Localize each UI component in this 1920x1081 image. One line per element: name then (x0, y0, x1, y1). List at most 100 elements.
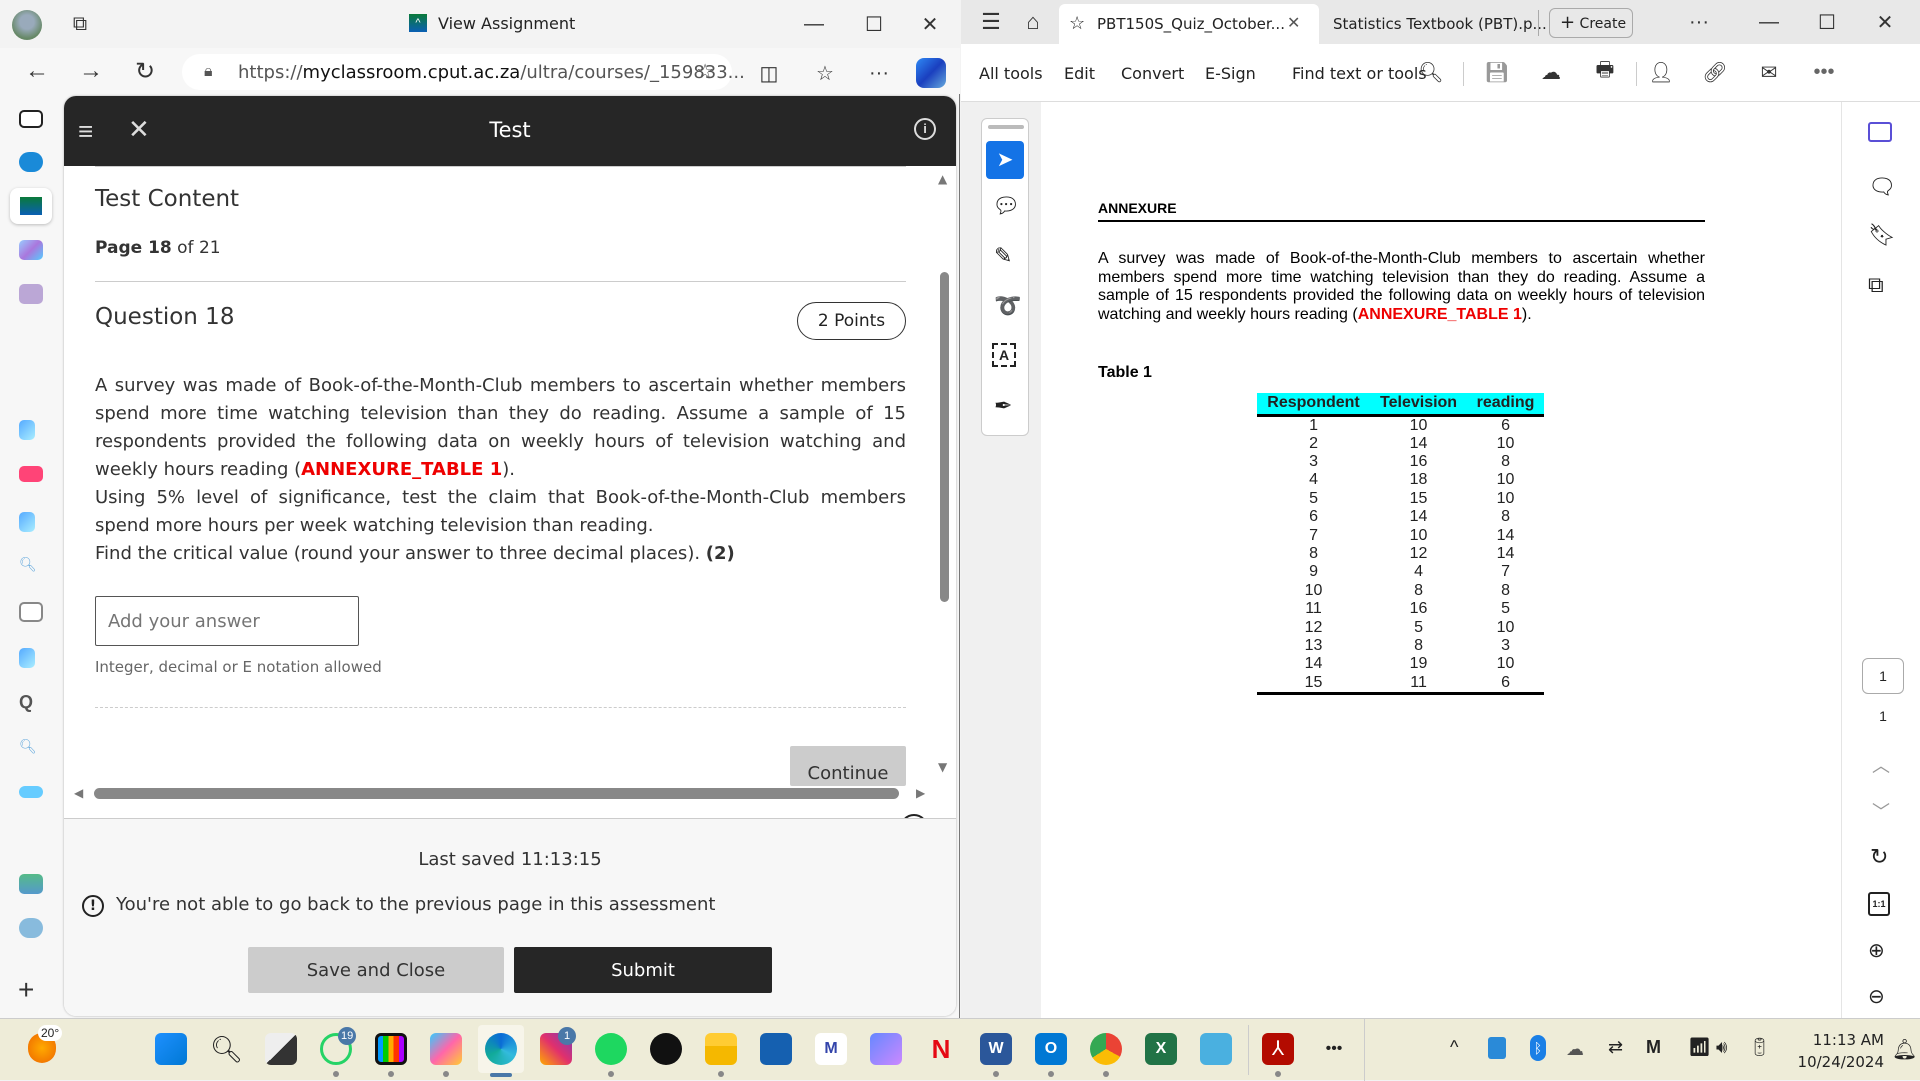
scroll-up-arrow[interactable]: ▲ (938, 172, 947, 186)
app-q-icon[interactable]: Q (19, 692, 43, 712)
microsoft-store-icon[interactable] (760, 1033, 792, 1065)
hamburger-menu-icon[interactable]: ☰ (975, 6, 1007, 38)
save-and-close-button[interactable]: Save and Close (248, 947, 504, 993)
horizontal-scrollbar-thumb[interactable] (94, 788, 899, 799)
netflix-icon[interactable]: N (925, 1033, 957, 1065)
close-button[interactable]: ✕ (912, 8, 948, 40)
convert-menu[interactable]: Convert (1121, 64, 1184, 83)
excel-icon[interactable]: X (1145, 1033, 1177, 1065)
esign-menu[interactable]: E-Sign (1205, 64, 1256, 83)
continue-button[interactable]: Continue (790, 746, 906, 786)
share-user-icon[interactable]: 👤︎ (1647, 58, 1675, 86)
forward-icon[interactable]: → (74, 54, 108, 88)
add-comment-icon[interactable]: 💬︎ (992, 193, 1020, 219)
scroll-right-arrow[interactable]: ▶ (916, 786, 925, 800)
app-star-icon[interactable] (19, 284, 43, 304)
app-chart-icon[interactable] (375, 1033, 407, 1065)
acrobat-icon[interactable]: ⅄ (1262, 1033, 1294, 1065)
text-box-icon[interactable]: A (992, 343, 1016, 367)
bluetooth-icon[interactable]: ᛒ (1530, 1035, 1546, 1061)
app-bing-icon-3[interactable] (19, 648, 35, 668)
favorites-icon[interactable]: ☆ (808, 56, 842, 90)
edge-icon[interactable] (485, 1033, 517, 1065)
file-explorer-icon[interactable] (705, 1033, 737, 1065)
scroll-left-arrow[interactable]: ◀ (74, 786, 83, 800)
home-icon[interactable]: ⌂ (1017, 6, 1049, 38)
start-button[interactable] (155, 1033, 187, 1065)
search-icon[interactable]: 🔍︎ (19, 556, 43, 576)
link-icon[interactable]: 🔗︎ (1701, 58, 1729, 86)
app-window-icon[interactable] (19, 602, 43, 622)
print-icon[interactable]: 🖶︎ (1591, 58, 1619, 86)
maximize-button[interactable]: ☐ (856, 8, 892, 40)
more-options-icon[interactable]: ··· (1683, 6, 1715, 38)
app-bing-icon[interactable] (19, 420, 35, 440)
tab-statistics-textbook[interactable]: Statistics Textbook (PBT).p... (1333, 15, 1547, 33)
sign-pen-icon[interactable]: ✒ (994, 393, 1012, 419)
blackboard-app-active[interactable] (10, 188, 52, 224)
cloud-upload-icon[interactable]: ☁ (1537, 58, 1565, 86)
favorite-star-icon[interactable]: ☆ (696, 59, 714, 83)
info-icon[interactable]: i (914, 118, 936, 140)
back-icon[interactable]: ← (20, 54, 54, 88)
notifications-bell-icon[interactable]: 🔔︎ (1892, 1037, 1917, 1062)
refresh-icon[interactable]: ↻ (128, 54, 162, 88)
security-icon[interactable] (1488, 1037, 1506, 1059)
vertical-scrollbar-thumb[interactable] (940, 272, 949, 602)
app-m-icon[interactable]: M (815, 1033, 847, 1065)
pages-icon[interactable]: ⧉ (1868, 272, 1884, 298)
app-m-tray-icon[interactable]: M (1646, 1037, 1661, 1058)
select-tool-icon[interactable]: ➤ (986, 141, 1024, 179)
fit-page-icon[interactable]: 1:1 (1868, 892, 1890, 916)
rotate-icon[interactable]: ↻ (1870, 844, 1888, 870)
bookmarks-icon[interactable]: 🔖︎ (1868, 222, 1896, 248)
next-page-icon[interactable]: ﹀ (1872, 798, 1890, 824)
word-icon[interactable]: W (980, 1033, 1012, 1065)
submit-button[interactable]: Submit (514, 947, 772, 993)
clock-time[interactable]: 11:13 AM (1790, 1031, 1884, 1049)
profile-avatar[interactable] (12, 10, 42, 40)
tab-center-icon[interactable] (19, 110, 43, 128)
more-tools-icon[interactable]: ••• (1807, 58, 1841, 86)
edit-menu[interactable]: Edit (1064, 64, 1095, 83)
copilot-taskbar-icon[interactable] (430, 1033, 462, 1065)
comments-icon[interactable]: 🗨︎ (1868, 174, 1896, 200)
email-icon[interactable]: ✉ (1755, 58, 1783, 86)
split-screen-icon[interactable]: ◫ (752, 56, 786, 90)
chrome-icon[interactable] (1090, 1033, 1122, 1065)
app-blackboard-icon-2[interactable] (19, 874, 43, 894)
zoom-in-icon[interactable]: ⊕ (1868, 938, 1885, 963)
spotify-icon[interactable] (595, 1033, 627, 1065)
taskbar-overflow-icon[interactable]: ••• (1318, 1033, 1350, 1065)
page-number-input[interactable]: 1 (1862, 658, 1904, 694)
add-sidebar-app-icon[interactable]: + (18, 974, 34, 1006)
minimize-button[interactable]: — (796, 8, 832, 40)
rail-grip[interactable] (988, 125, 1024, 129)
close-tab-icon[interactable]: ✕ (1287, 13, 1300, 33)
highlight-pen-icon[interactable]: ✎ (994, 243, 1012, 269)
maximize-button[interactable]: ☐ (1807, 6, 1847, 38)
url-input[interactable]: 🔒︎ https://myclassroom.cput.ac.za/ultra/… (182, 54, 745, 90)
scroll-down-arrow[interactable]: ▼ (938, 760, 947, 774)
previous-page-icon[interactable]: ︿ (1872, 752, 1890, 778)
onedrive-error-icon[interactable]: ☁ (1566, 1039, 1584, 1060)
ai-assistant-icon[interactable] (1868, 122, 1892, 142)
app-sqrt-icon-2[interactable] (19, 918, 43, 938)
volume-icon[interactable]: 🔊︎ (1716, 1037, 1727, 1058)
show-hidden-icons[interactable]: ^ (1450, 1037, 1458, 1058)
tab-actions-icon[interactable]: ⧉ (66, 10, 94, 38)
app-bing-icon-2[interactable] (19, 512, 35, 532)
app-cube-icon[interactable] (19, 240, 43, 260)
create-button[interactable]: + Create (1549, 8, 1633, 38)
tab-pdf-quiz[interactable]: ☆ PBT150S_Quiz_October... ✕ (1059, 4, 1319, 44)
task-view-icon[interactable] (265, 1033, 297, 1065)
star-icon[interactable]: ☆ (1069, 13, 1085, 34)
wifi-icon[interactable]: 📶︎ (1688, 1037, 1711, 1058)
all-tools-menu[interactable]: All tools (979, 64, 1043, 83)
copilot-icon[interactable] (916, 58, 946, 88)
app-sqrt-icon[interactable] (19, 152, 43, 172)
minimize-button[interactable]: — (1749, 6, 1789, 38)
draw-freeform-icon[interactable]: ➰ (994, 293, 1021, 319)
outlook-icon[interactable]: O (1035, 1033, 1067, 1065)
app-hexagon-icon[interactable] (870, 1033, 902, 1065)
